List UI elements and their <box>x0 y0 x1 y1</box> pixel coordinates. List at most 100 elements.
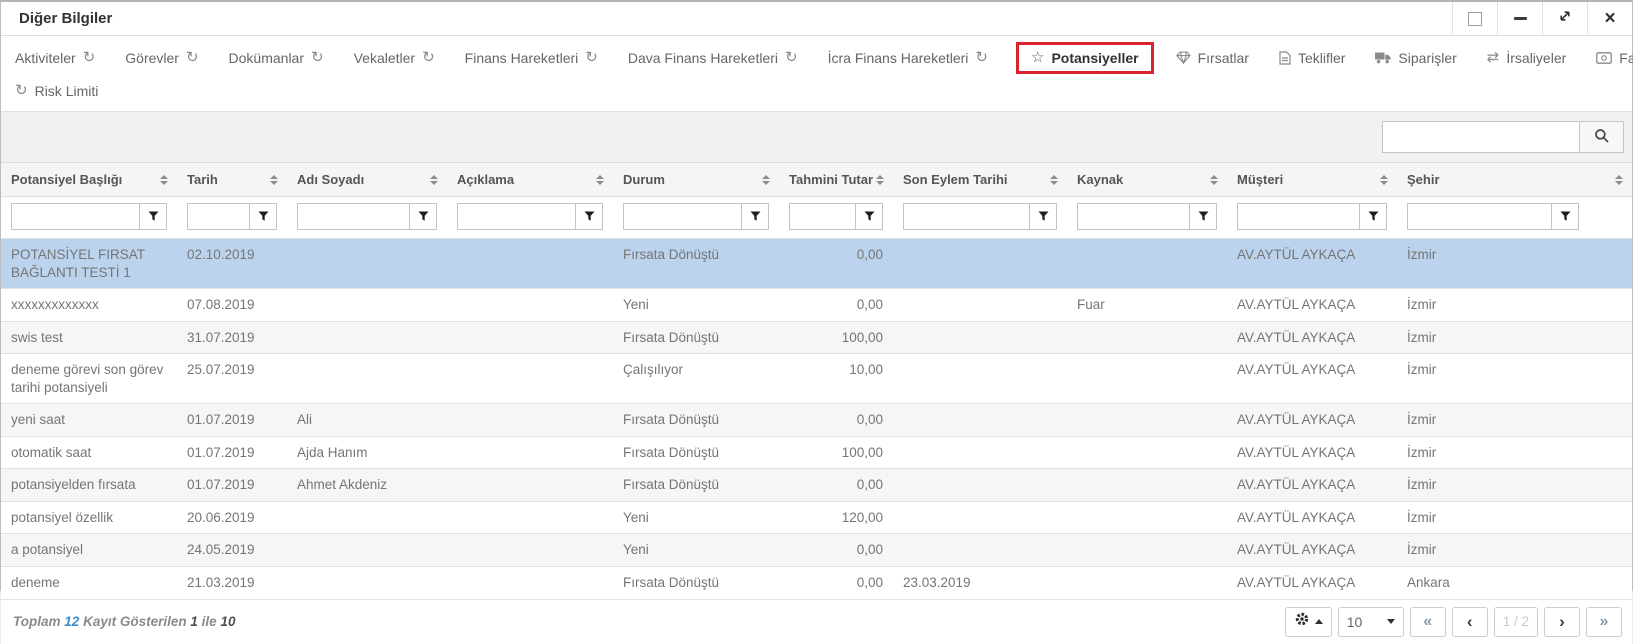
tab-icra-finans-hareketleri[interactable]: İcra Finans Hareketleri↻ <box>826 46 990 70</box>
search-icon <box>1594 128 1610 147</box>
table-row[interactable]: yeni saat01.07.2019AliFırsata Dönüştü0,0… <box>1 404 1632 437</box>
sort-icon <box>762 175 770 185</box>
refresh-icon: ↻ <box>422 50 435 65</box>
global-search <box>1382 121 1624 153</box>
tab-siparisler[interactable]: Siparişler <box>1373 46 1458 70</box>
cell <box>1067 501 1227 534</box>
column-header-tarih[interactable]: Tarih <box>177 163 287 197</box>
tab-gorevler[interactable]: Görevler↻ <box>123 46 200 70</box>
tab-risk-limiti[interactable]: ↻Risk Limiti <box>13 79 100 103</box>
filter-input[interactable] <box>12 204 139 229</box>
filter-button[interactable] <box>741 204 768 229</box>
tab-teklifler[interactable]: Teklifler <box>1277 46 1347 70</box>
cell: Ankara <box>1397 567 1632 600</box>
table-row[interactable]: potansiyelden fırsata01.07.2019Ahmet Akd… <box>1 469 1632 502</box>
cell <box>287 567 447 600</box>
grid-settings-button[interactable] <box>1285 607 1332 637</box>
tab-dokumanlar[interactable]: Dokümanlar↻ <box>227 46 326 70</box>
column-header-aciklama[interactable]: Açıklama <box>447 163 613 197</box>
cell <box>1067 436 1227 469</box>
cell: 31.07.2019 <box>177 321 287 354</box>
tab-potansiyeller[interactable]: ☆Potansiyeller <box>1016 42 1154 74</box>
filter-button[interactable] <box>139 204 166 229</box>
tab-finans-hareketleri[interactable]: Finans Hareketleri↻ <box>463 46 600 70</box>
tab-vekaletler[interactable]: Vekaletler↻ <box>352 46 437 70</box>
grid-toolbar <box>1 112 1632 162</box>
refresh-icon: ↻ <box>83 50 96 65</box>
tab-faturalar[interactable]: Faturalar <box>1594 46 1633 70</box>
column-header-adi-soyadi[interactable]: Adı Soyadı <box>287 163 447 197</box>
filter-input[interactable] <box>1408 204 1551 229</box>
cell <box>893 321 1067 354</box>
table-row[interactable]: swis test31.07.2019Fırsata Dönüştü100,00… <box>1 321 1632 354</box>
table-row[interactable]: otomatik saat01.07.2019Ajda HanımFırsata… <box>1 436 1632 469</box>
cell: 0,00 <box>779 567 893 600</box>
minimize-button[interactable] <box>1497 2 1542 35</box>
filter-input[interactable] <box>790 204 855 229</box>
cell: deneme görevi son görev tarihi potansiye… <box>1 354 177 404</box>
filter-input[interactable] <box>624 204 741 229</box>
document-icon <box>1279 51 1291 65</box>
cell: AV.AYTÜL AYKAÇA <box>1227 354 1397 404</box>
table-row[interactable]: POTANSİYEL FIRSAT BAĞLANTI TESTİ 102.10.… <box>1 239 1632 289</box>
filter-input[interactable] <box>1238 204 1359 229</box>
filter-button[interactable] <box>249 204 276 229</box>
cell: 0,00 <box>779 534 893 567</box>
cell <box>447 404 613 437</box>
column-header-kaynak[interactable]: Kaynak <box>1067 163 1227 197</box>
restore-button[interactable] <box>1452 2 1497 35</box>
tab-label: Finans Hareketleri <box>465 50 579 66</box>
cell: İzmir <box>1397 534 1632 567</box>
cell: 10,00 <box>779 354 893 404</box>
tab-irsaliyeler[interactable]: ⇄İrsaliyeler <box>1485 46 1568 70</box>
filter-input[interactable] <box>1078 204 1189 229</box>
next-page-button[interactable]: › <box>1544 607 1580 637</box>
cell: xxxxxxxxxxxxx <box>1 289 177 322</box>
table-row[interactable]: potansiyel özellik20.06.2019Yeni120,00AV… <box>1 501 1632 534</box>
cell: 20.06.2019 <box>177 501 287 534</box>
cell <box>447 534 613 567</box>
column-header-potansiyel-basligi[interactable]: Potansiyel Başlığı <box>1 163 177 197</box>
filter-button[interactable] <box>575 204 602 229</box>
table-row[interactable]: a potansiyel24.05.2019Yeni0,00AV.AYTÜL A… <box>1 534 1632 567</box>
tab-dava-finans-hareketleri[interactable]: Dava Finans Hareketleri↻ <box>626 46 800 70</box>
filter-button[interactable] <box>855 204 882 229</box>
search-button[interactable] <box>1580 121 1624 153</box>
filter-input[interactable] <box>298 204 409 229</box>
filter-button[interactable] <box>1551 204 1578 229</box>
column-header-sehir[interactable]: Şehir <box>1397 163 1632 197</box>
column-header-tahmini-tutar[interactable]: Tahmini Tutar <box>779 163 893 197</box>
first-page-button[interactable]: « <box>1410 607 1446 637</box>
column-header-son-eylem-tarihi[interactable]: Son Eylem Tarihi <box>893 163 1067 197</box>
cell: 07.08.2019 <box>177 289 287 322</box>
filter-input[interactable] <box>458 204 575 229</box>
filter-button[interactable] <box>1029 204 1056 229</box>
last-page-button[interactable]: » <box>1586 607 1622 637</box>
tab-firsatlar[interactable]: Fırsatlar <box>1174 46 1251 70</box>
cell: AV.AYTÜL AYKAÇA <box>1227 469 1397 502</box>
cell: İzmir <box>1397 436 1632 469</box>
expand-button[interactable] <box>1542 2 1587 35</box>
cell: 0,00 <box>779 289 893 322</box>
filter-input[interactable] <box>188 204 249 229</box>
cell: a potansiyel <box>1 534 177 567</box>
filter-button[interactable] <box>409 204 436 229</box>
page-size-select[interactable]: 10 <box>1338 607 1404 637</box>
cell <box>447 501 613 534</box>
column-header-musteri[interactable]: Müşteri <box>1227 163 1397 197</box>
filter-button[interactable] <box>1189 204 1216 229</box>
search-input[interactable] <box>1382 121 1580 153</box>
cell: swis test <box>1 321 177 354</box>
prev-page-button[interactable]: ‹ <box>1452 607 1488 637</box>
gem-icon <box>1176 51 1191 64</box>
filter-input[interactable] <box>904 204 1029 229</box>
cell: 0,00 <box>779 404 893 437</box>
table-row[interactable]: deneme görevi son görev tarihi potansiye… <box>1 354 1632 404</box>
close-button[interactable]: × <box>1587 2 1632 35</box>
column-header-durum[interactable]: Durum <box>613 163 779 197</box>
table-row[interactable]: xxxxxxxxxxxxx07.08.2019Yeni0,00FuarAV.AY… <box>1 289 1632 322</box>
tab-aktiviteler[interactable]: Aktiviteler↻ <box>13 46 97 70</box>
table-row[interactable]: deneme21.03.2019Fırsata Dönüştü0,0023.03… <box>1 567 1632 600</box>
exchange-icon: ⇄ <box>1487 50 1500 65</box>
filter-button[interactable] <box>1359 204 1386 229</box>
